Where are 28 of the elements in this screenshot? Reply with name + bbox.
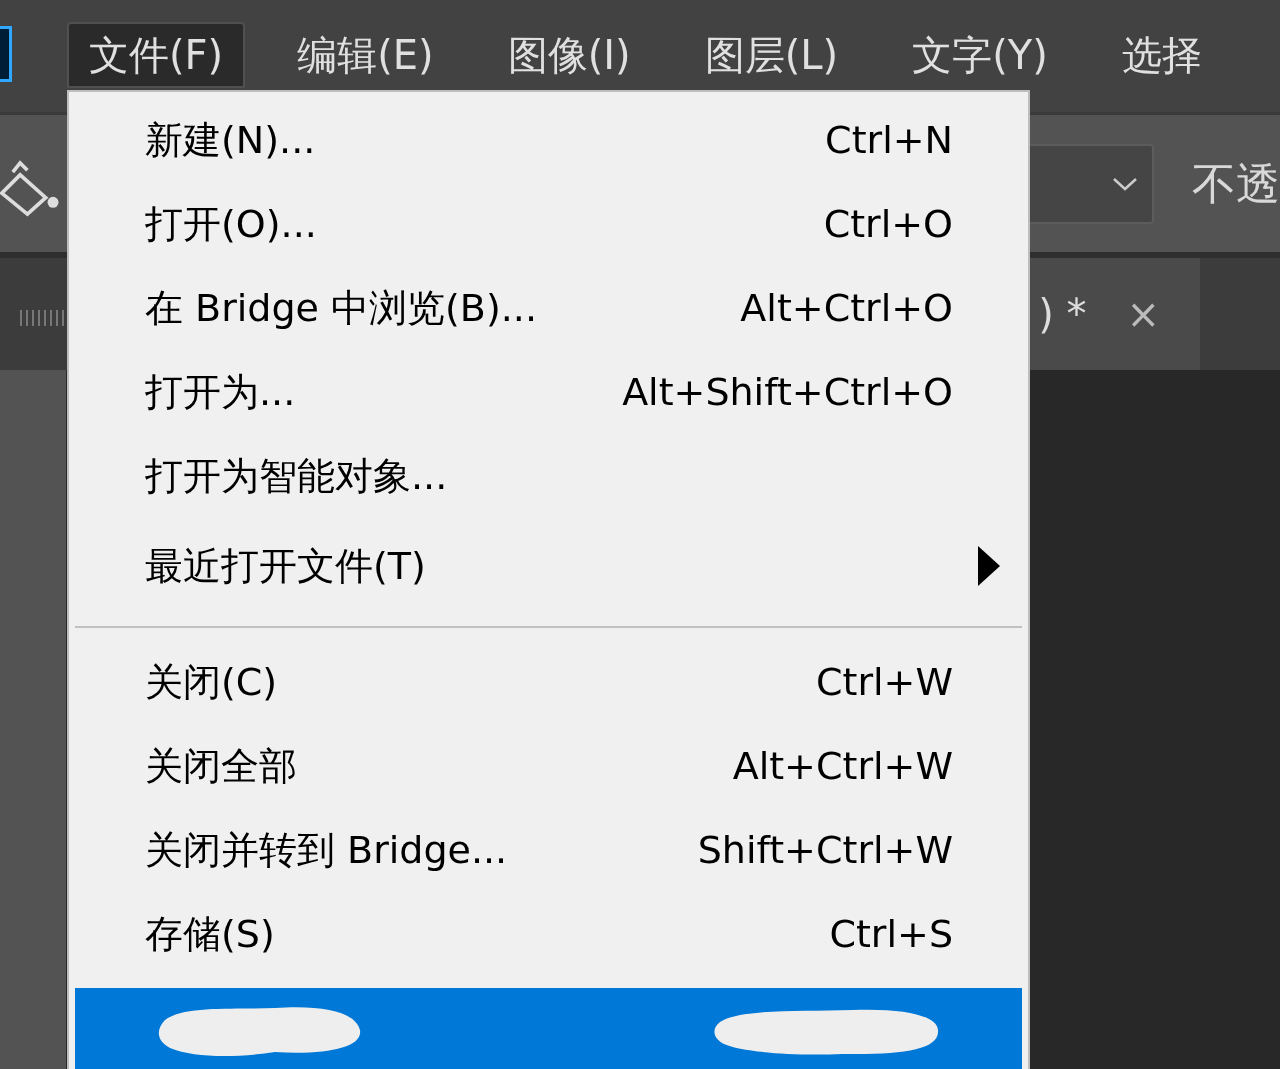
menu-item[interactable]: 新建(N)... Ctrl+N — [69, 98, 1028, 182]
menu-item[interactable]: 打开为智能对象... — [69, 434, 1028, 518]
shortcut-text: Ctrl+O — [823, 200, 953, 248]
menu-tab[interactable]: 图像(I) — [485, 22, 653, 88]
close-icon[interactable]: × — [1126, 284, 1160, 344]
shortcut-text: Alt+Ctrl+O — [740, 284, 953, 332]
app-logo-icon — [0, 26, 12, 82]
menu-tab[interactable]: 文字(Y) — [890, 22, 1070, 88]
menu-tab[interactable]: 图层(L) — [682, 22, 861, 88]
shortcut-text: Ctrl+S — [829, 910, 953, 958]
menu-item[interactable]: 存储(S) Ctrl+S — [69, 892, 1028, 976]
menu-item[interactable]: 关闭全部 Alt+Ctrl+W — [69, 724, 1028, 808]
shortcut-text: Alt+Shift+Ctrl+O — [622, 368, 953, 416]
chevron-down-icon — [1112, 176, 1138, 191]
menu-item[interactable]: 关闭并转到 Bridge... Shift+Ctrl+W — [69, 808, 1028, 892]
menu-item[interactable]: 最近打开文件(T) — [69, 518, 1028, 614]
menu-item[interactable]: 关闭(C) Ctrl+W — [69, 640, 1028, 724]
shortcut-text: Shift+Ctrl+W — [697, 826, 953, 874]
menu-tab[interactable]: 文件(F) — [67, 22, 246, 88]
shortcut-text: Alt+Ctrl+W — [732, 742, 953, 790]
shortcut-text: Ctrl+N — [825, 116, 953, 164]
shortcut-text: Ctrl+W — [815, 658, 953, 706]
opacity-label: 不透 — [1192, 156, 1280, 211]
tab-title: ) * — [1038, 290, 1087, 339]
menu-item[interactable] — [75, 988, 1022, 1069]
menu-tab[interactable]: 选择 — [1099, 22, 1224, 88]
submenu-arrow-icon — [978, 546, 1000, 586]
menu-tab[interactable]: 编辑(E) — [275, 22, 456, 88]
